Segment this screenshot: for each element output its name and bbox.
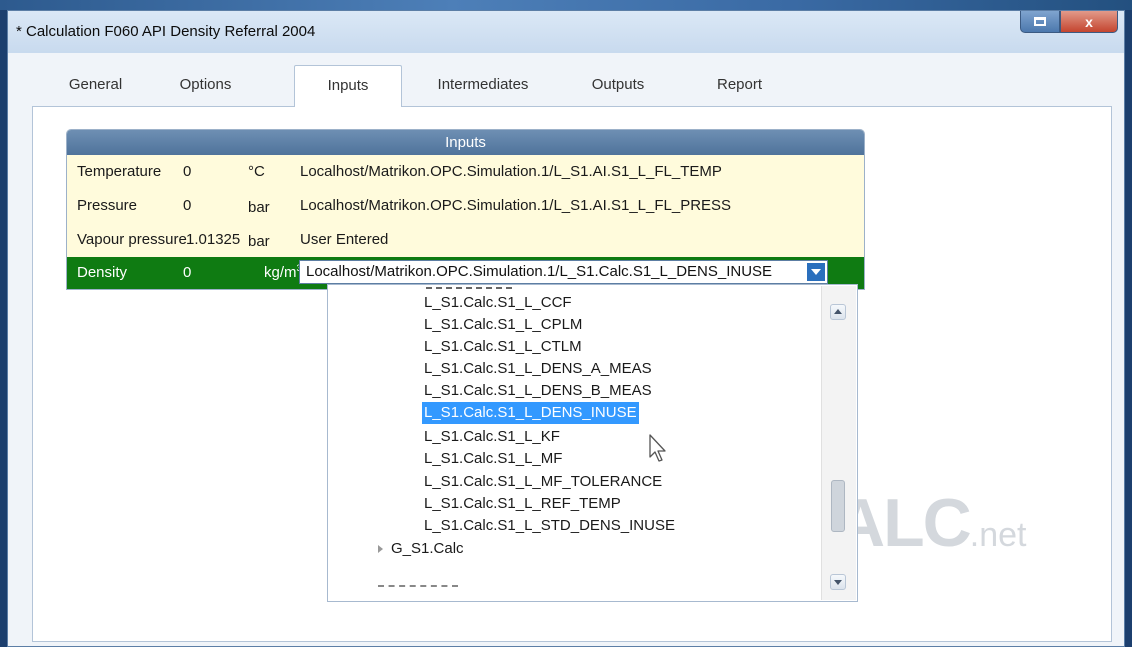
- tab-intermediates[interactable]: Intermediates: [418, 70, 548, 106]
- source-dropdown-list[interactable]: L_S1.Calc.S1_L_CCF L_S1.Calc.S1_L_CPLM L…: [327, 284, 858, 602]
- combobox-value: Localhost/Matrikon.OPC.Simulation.1/L_S1…: [306, 263, 773, 280]
- dropdown-item[interactable]: L_S1.Calc.S1_L_CPLM: [424, 314, 582, 336]
- watermark-suffix: .net: [969, 516, 1027, 554]
- watermark-logo: ALC.net: [836, 484, 1026, 562]
- input-value[interactable]: 1.01325: [186, 223, 240, 257]
- input-value[interactable]: 0: [183, 189, 191, 223]
- scroll-up-button[interactable]: [830, 304, 846, 320]
- dropdown-scrollbar[interactable]: [821, 286, 856, 600]
- grid-header: Inputs: [67, 130, 864, 155]
- tab-options[interactable]: Options: [158, 70, 253, 106]
- dropdown-item[interactable]: L_S1.Calc.S1_L_CCF: [424, 292, 572, 314]
- input-value[interactable]: 0: [183, 155, 191, 189]
- input-row-vapour-pressure[interactable]: Vapour pressure 1.01325 bar User Entered: [67, 223, 864, 257]
- tree-group-label: G_S1.Calc: [391, 540, 464, 557]
- dropdown-item-highlighted[interactable]: L_S1.Calc.S1_L_DENS_INUSE: [422, 402, 639, 424]
- tab-outputs[interactable]: Outputs: [568, 70, 668, 106]
- dropdown-item[interactable]: L_S1.Calc.S1_L_REF_TEMP: [424, 493, 621, 515]
- dropdown-item[interactable]: L_S1.Calc.S1_L_MF_TOLERANCE: [424, 471, 662, 493]
- dropdown-item[interactable]: L_S1.Calc.S1_L_DENS_A_MEAS: [424, 358, 652, 380]
- chevron-down-icon[interactable]: [807, 263, 825, 281]
- tab-inputs[interactable]: Inputs: [294, 65, 402, 107]
- dropdown-item[interactable]: L_S1.Calc.S1_L_STD_DENS_INUSE: [424, 515, 675, 537]
- input-label: Density: [77, 264, 128, 281]
- close-icon: x: [1085, 13, 1093, 30]
- maximize-button[interactable]: [1020, 11, 1060, 33]
- input-source[interactable]: User Entered: [300, 223, 388, 257]
- tab-general[interactable]: General: [48, 70, 143, 106]
- title-bar[interactable]: * Calculation F060 API Density Referral …: [8, 11, 1124, 53]
- input-unit: °C: [248, 163, 265, 180]
- tab-report[interactable]: Report: [692, 70, 787, 106]
- unit-text: kg/m: [264, 264, 297, 281]
- input-value[interactable]: 0: [183, 257, 191, 289]
- close-button[interactable]: x: [1060, 11, 1118, 33]
- input-source[interactable]: Localhost/Matrikon.OPC.Simulation.1/L_S1…: [300, 189, 731, 223]
- input-label: Temperature: [77, 163, 162, 180]
- inputs-grid: Inputs Temperature 0 °C Localhost/Matrik…: [66, 129, 865, 290]
- input-unit: kg/m3: [264, 257, 302, 289]
- dropdown-item[interactable]: L_S1.Calc.S1_L_DENS_B_MEAS: [424, 380, 652, 402]
- input-label: Vapour pressure: [77, 231, 187, 248]
- input-unit: bar: [248, 233, 270, 250]
- triangle-right-icon[interactable]: [378, 545, 383, 554]
- dropdown-item[interactable]: L_S1.Calc.S1_L_MF: [424, 448, 562, 470]
- scrolled-item-fragment: [426, 285, 512, 289]
- density-source-combobox[interactable]: Localhost/Matrikon.OPC.Simulation.1/L_S1…: [299, 260, 828, 284]
- maximize-icon: [1034, 17, 1046, 26]
- mouse-pointer-icon: [649, 434, 666, 462]
- dropdown-item[interactable]: L_S1.Calc.S1_L_KF: [424, 426, 560, 448]
- desktop-background: [0, 0, 1132, 10]
- input-row-pressure[interactable]: Pressure 0 bar Localhost/Matrikon.OPC.Si…: [67, 189, 864, 223]
- tree-group-item[interactable]: G_S1.Calc: [378, 538, 464, 560]
- dropdown-item[interactable]: L_S1.Calc.S1_L_CTLM: [424, 336, 582, 358]
- scroll-down-button[interactable]: [830, 574, 846, 590]
- scroll-thumb[interactable]: [831, 480, 845, 532]
- input-unit: bar: [248, 199, 270, 216]
- input-label: Pressure: [77, 197, 138, 214]
- scrolled-item-fragment: [378, 585, 458, 593]
- input-row-temperature[interactable]: Temperature 0 °C Localhost/Matrikon.OPC.…: [67, 155, 864, 189]
- input-source[interactable]: Localhost/Matrikon.OPC.Simulation.1/L_S1…: [300, 155, 722, 189]
- window-title: * Calculation F060 API Density Referral …: [16, 23, 316, 40]
